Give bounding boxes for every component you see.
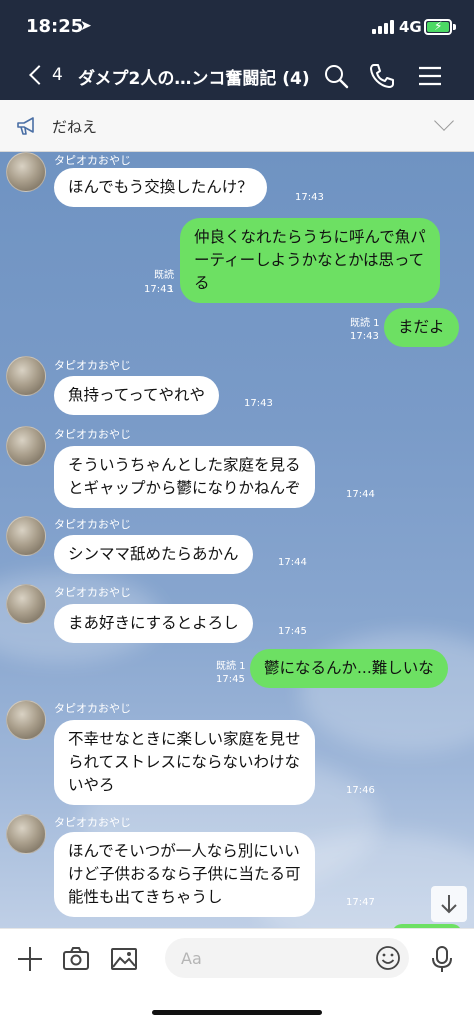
message-text: シンママ舐めたらあかん	[68, 545, 239, 563]
unread-count: 4	[52, 65, 63, 85]
signal-icon	[372, 20, 396, 34]
sender-name: タピオカおやじ	[54, 586, 131, 599]
chat-title[interactable]: ダメプ2人の…ンコ奮闘記 (4)	[78, 64, 310, 89]
avatar[interactable]	[6, 814, 46, 854]
avatar[interactable]	[6, 700, 46, 740]
message-text: まあ好きにするとよろし	[68, 614, 239, 632]
message-time: 17:43	[295, 192, 324, 203]
camera-icon[interactable]	[62, 945, 90, 973]
message-text: る	[194, 274, 210, 292]
message-text: 仲良くなれたらうちに呼んで魚パ	[194, 228, 426, 246]
sender-name: タピオカおやじ	[54, 359, 131, 372]
battery-icon: ⚡	[424, 19, 452, 35]
sender-name: タピオカおやじ	[54, 154, 131, 167]
message-bubble-out[interactable]: 仲良くなれたらうちに呼んで魚パ ーティーしようかなとかは思って る	[180, 218, 440, 303]
avatar[interactable]	[6, 584, 46, 624]
message-input[interactable]	[165, 938, 409, 978]
message-bubble-out[interactable]: 鬱になるんか...難しいな	[250, 649, 448, 688]
message-text: ほんでもう交換したんけ？	[68, 178, 253, 196]
sender-name: タピオカおやじ	[54, 702, 131, 715]
search-icon[interactable]	[322, 62, 350, 90]
message-time: 17:43	[144, 284, 173, 295]
message-text: まだよ	[398, 318, 445, 336]
message-time: 17:46	[346, 785, 375, 796]
message-bubble-out[interactable]: まだよ	[384, 308, 459, 347]
message-time: 17:44	[278, 557, 307, 568]
message-text: られてストレスにならないわけな	[68, 753, 301, 771]
message-bubble-in[interactable]: まあ好きにするとよろし	[54, 604, 253, 643]
message-bubble-in[interactable]: 魚持ってってやれや	[54, 376, 220, 415]
message-text: 不幸せなときに楽しい家庭を見せ	[68, 730, 301, 748]
chat-area: タピオカおやじ ほんでもう交換したんけ？ 17:43 既読 1 17:43 仲良…	[0, 152, 474, 928]
message-text: けど子供おるなら子供に当たる可	[68, 865, 301, 883]
message-time: 17:44	[346, 489, 375, 500]
emoji-icon[interactable]	[374, 944, 402, 972]
announcement-bar[interactable]: だねえ	[0, 100, 474, 152]
message-bubble-in[interactable]: シンママ舐めたらあかん	[54, 535, 253, 574]
back-button[interactable]: 4	[26, 60, 66, 90]
chevron-down-icon[interactable]	[434, 111, 454, 131]
avatar[interactable]	[6, 426, 46, 466]
chat-header: 18:25 ➤ 4G ⚡ 4 ダメプ2人の…ンコ奮闘記 (4)	[0, 0, 474, 100]
nav-bar: 4 ダメプ2人の…ンコ奮闘記 (4)	[0, 52, 474, 100]
sender-name: タピオカおやじ	[54, 428, 131, 441]
battery-tip	[453, 24, 456, 30]
message-bubble-in[interactable]: そういうちゃんとした家庭を見る とギャップから鬱になりかねんぞ	[54, 446, 315, 508]
location-arrow-icon: ➤	[80, 18, 92, 34]
phone-icon[interactable]	[368, 62, 396, 90]
message-text: いやろ	[68, 776, 115, 794]
avatar[interactable]	[6, 152, 46, 192]
message-bubble-in[interactable]: 不幸せなときに楽しい家庭を見せ られてストレスにならないわけな いやろ	[54, 720, 315, 805]
sender-name: タピオカおやじ	[54, 518, 131, 531]
microphone-icon[interactable]	[428, 945, 456, 973]
plus-icon[interactable]	[16, 945, 44, 973]
network-type: 4G	[399, 18, 422, 36]
status-bar: 18:25 ➤ 4G ⚡	[0, 0, 474, 52]
read-receipt: 既読 1	[216, 661, 246, 672]
message-text: ーティーしようかなとかは思って	[194, 251, 425, 269]
image-icon[interactable]	[110, 945, 138, 973]
message-text: そういうちゃんとした家庭を見る	[68, 456, 301, 474]
message-bubble-in[interactable]: ほんでそいつが一人なら別にいい けど子供おるなら子供に当たる可 能性も出てきちゃ…	[54, 832, 315, 917]
message-text: ほんでそいつが一人なら別にいい	[68, 842, 300, 860]
message-text: とギャップから鬱になりかねんぞ	[68, 479, 301, 497]
avatar[interactable]	[6, 356, 46, 396]
back-chevron-icon	[29, 65, 49, 85]
sender-name: タピオカおやじ	[54, 816, 131, 829]
read-receipt: 既読 1	[350, 318, 380, 329]
message-time: 17:45	[216, 674, 245, 685]
message-text: 鬱になるんか...難しいな	[264, 659, 434, 677]
avatar[interactable]	[6, 516, 46, 556]
status-time: 18:25	[26, 16, 84, 37]
home-indicator[interactable]	[152, 1010, 322, 1015]
menu-icon[interactable]	[416, 62, 444, 90]
announcement-text: だねえ	[52, 118, 98, 136]
message-time: 17:43	[244, 398, 273, 409]
message-time: 17:45	[278, 626, 307, 637]
arrow-down-icon[interactable]	[431, 886, 467, 922]
message-time: 17:47	[346, 897, 375, 908]
message-bubble-in[interactable]: ほんでもう交換したんけ？	[54, 168, 267, 207]
message-text: 能性も出てきちゃうし	[68, 888, 223, 906]
message-time: 17:43	[350, 331, 379, 342]
message-text: 魚持ってってやれや	[68, 386, 206, 404]
megaphone-icon	[17, 117, 34, 135]
